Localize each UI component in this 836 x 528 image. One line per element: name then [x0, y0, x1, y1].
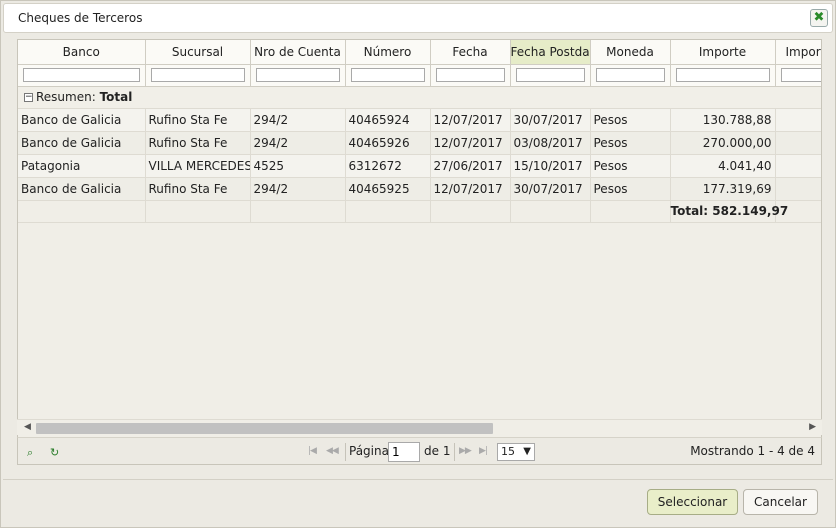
next-page-icon[interactable]: ▶▶ [459, 446, 472, 456]
cell-importe: 130.788,88 [670, 108, 776, 132]
cell-importe-2: 2 [775, 131, 821, 155]
filter-row [18, 64, 821, 87]
cell-fecha: 12/07/2017 [430, 131, 511, 155]
table-row[interactable]: Banco de Galicia Rufino Sta Fe 294/2 404… [18, 177, 821, 201]
scrollbar-thumb[interactable] [36, 423, 493, 434]
cell-banco: Banco de Galicia [18, 108, 146, 132]
column-header-moneda[interactable]: Moneda [590, 40, 671, 65]
cell-numero: 40465925 [345, 177, 431, 201]
cell-cuenta: 4525 [250, 154, 346, 178]
column-header-numero[interactable]: Número [345, 40, 431, 65]
scroll-left-icon[interactable]: ◀ [24, 422, 31, 432]
filter-fecha-postda[interactable] [515, 68, 585, 83]
total-amount: Total: 582.149,97 [670, 200, 788, 223]
cell-numero: 40465924 [345, 108, 431, 132]
column-header-cuenta[interactable]: Nro de Cuenta [250, 40, 346, 65]
grid-table: Banco Sucursal Nro de Cuenta Número Fech… [18, 40, 821, 223]
first-page-icon[interactable]: |◀ [308, 446, 317, 456]
cancel-button[interactable]: Cancelar [743, 489, 818, 515]
refresh-icon[interactable]: ↻ [50, 446, 59, 459]
cell-sucursal: VILLA MERCEDES - S [145, 154, 251, 178]
last-page-icon[interactable]: ▶| [479, 446, 488, 456]
cell-importe: 177.319,69 [670, 177, 776, 201]
cell-sucursal: Rufino Sta Fe [145, 131, 251, 155]
table-row[interactable]: Banco de Galicia Rufino Sta Fe 294/2 404… [18, 131, 821, 155]
cell-fecha: 27/06/2017 [430, 154, 511, 178]
select-button[interactable]: Seleccionar [647, 489, 738, 515]
cell-fecha-postda: 30/07/2017 [510, 177, 591, 201]
page-label: Página [349, 444, 389, 458]
cell-banco: Banco de Galicia [18, 131, 146, 155]
cell-fecha-postda: 03/08/2017 [510, 131, 591, 155]
group-row[interactable]: − Resumen: Total [18, 86, 821, 109]
prev-page-icon[interactable]: ◀◀ [326, 446, 339, 456]
dialog-title: Cheques de Terceros [18, 11, 143, 25]
cell-importe-2: 1 [775, 108, 821, 132]
filter-moneda[interactable] [595, 68, 665, 83]
cell-sucursal: Rufino Sta Fe [145, 108, 251, 132]
scroll-right-icon[interactable]: ▶ [809, 422, 816, 432]
column-header-importe-2[interactable]: Import [775, 40, 821, 65]
page-count-label: de 1 [424, 444, 451, 458]
total-row: Total: 582.149,97 [18, 200, 821, 223]
records-status: Mostrando 1 - 4 de 4 [690, 444, 815, 458]
filter-numero[interactable] [350, 68, 425, 83]
filter-fecha[interactable] [435, 68, 505, 83]
cell-fecha: 12/07/2017 [430, 108, 511, 132]
close-icon[interactable]: ✖ [810, 9, 828, 27]
cell-moneda: Pesos [590, 154, 671, 178]
collapse-icon[interactable]: − [24, 93, 33, 102]
filter-banco[interactable] [23, 68, 140, 83]
cell-importe: 4.041,40 [670, 154, 776, 178]
filter-importe[interactable] [675, 68, 770, 83]
cell-numero: 40465926 [345, 131, 431, 155]
cell-importe-2 [775, 154, 821, 178]
group-value: Total [99, 90, 133, 104]
cell-banco: Banco de Galicia [18, 177, 146, 201]
cell-importe-2: 1 [775, 177, 821, 201]
footer-divider [3, 479, 833, 480]
pager-bar: ⌕ ↻ |◀ ◀◀ Página de 1 ▶▶ ▶| 15 ▼ Mostran… [17, 437, 822, 465]
checks-grid: Banco Sucursal Nro de Cuenta Número Fech… [17, 39, 822, 465]
table-row[interactable]: Patagonia VILLA MERCEDES - S 4525 631267… [18, 154, 821, 178]
cell-cuenta: 294/2 [250, 131, 346, 155]
column-header-banco[interactable]: Banco [18, 40, 146, 65]
cell-cuenta: 294/2 [250, 108, 346, 132]
cell-importe: 270.000,00 [670, 131, 776, 155]
cell-numero: 6312672 [345, 154, 431, 178]
table-row[interactable]: Banco de Galicia Rufino Sta Fe 294/2 404… [18, 108, 821, 132]
horizontal-scrollbar[interactable]: ◀ ▶ [17, 419, 822, 435]
cell-cuenta: 294/2 [250, 177, 346, 201]
cell-banco: Patagonia [18, 154, 146, 178]
filter-sucursal[interactable] [150, 68, 245, 83]
column-header-sucursal[interactable]: Sucursal [145, 40, 251, 65]
cell-fecha-postda: 30/07/2017 [510, 108, 591, 132]
cell-fecha-postda: 15/10/2017 [510, 154, 591, 178]
title-bar: Cheques de Terceros ✖ [3, 3, 833, 33]
dialog: Cheques de Terceros ✖ Banco Sucursal Nro… [0, 0, 836, 528]
cell-fecha: 12/07/2017 [430, 177, 511, 201]
cell-sucursal: Rufino Sta Fe [145, 177, 251, 201]
filter-importe-2[interactable] [780, 68, 821, 83]
page-number-input[interactable] [388, 442, 420, 462]
page-size-value: 15 [501, 445, 515, 458]
cell-moneda: Pesos [590, 177, 671, 201]
header-row: Banco Sucursal Nro de Cuenta Número Fech… [18, 40, 821, 65]
cell-moneda: Pesos [590, 131, 671, 155]
group-label: Resumen: [36, 90, 96, 104]
column-header-importe[interactable]: Importe [670, 40, 776, 65]
chevron-down-icon: ▼ [523, 446, 531, 457]
column-header-fecha[interactable]: Fecha [430, 40, 511, 65]
column-header-fecha-postda[interactable]: Fecha Postda [510, 40, 591, 65]
cell-moneda: Pesos [590, 108, 671, 132]
page-size-select[interactable]: 15 ▼ [497, 443, 535, 461]
filter-cuenta[interactable] [255, 68, 340, 83]
search-icon[interactable]: ⌕ [27, 446, 33, 460]
